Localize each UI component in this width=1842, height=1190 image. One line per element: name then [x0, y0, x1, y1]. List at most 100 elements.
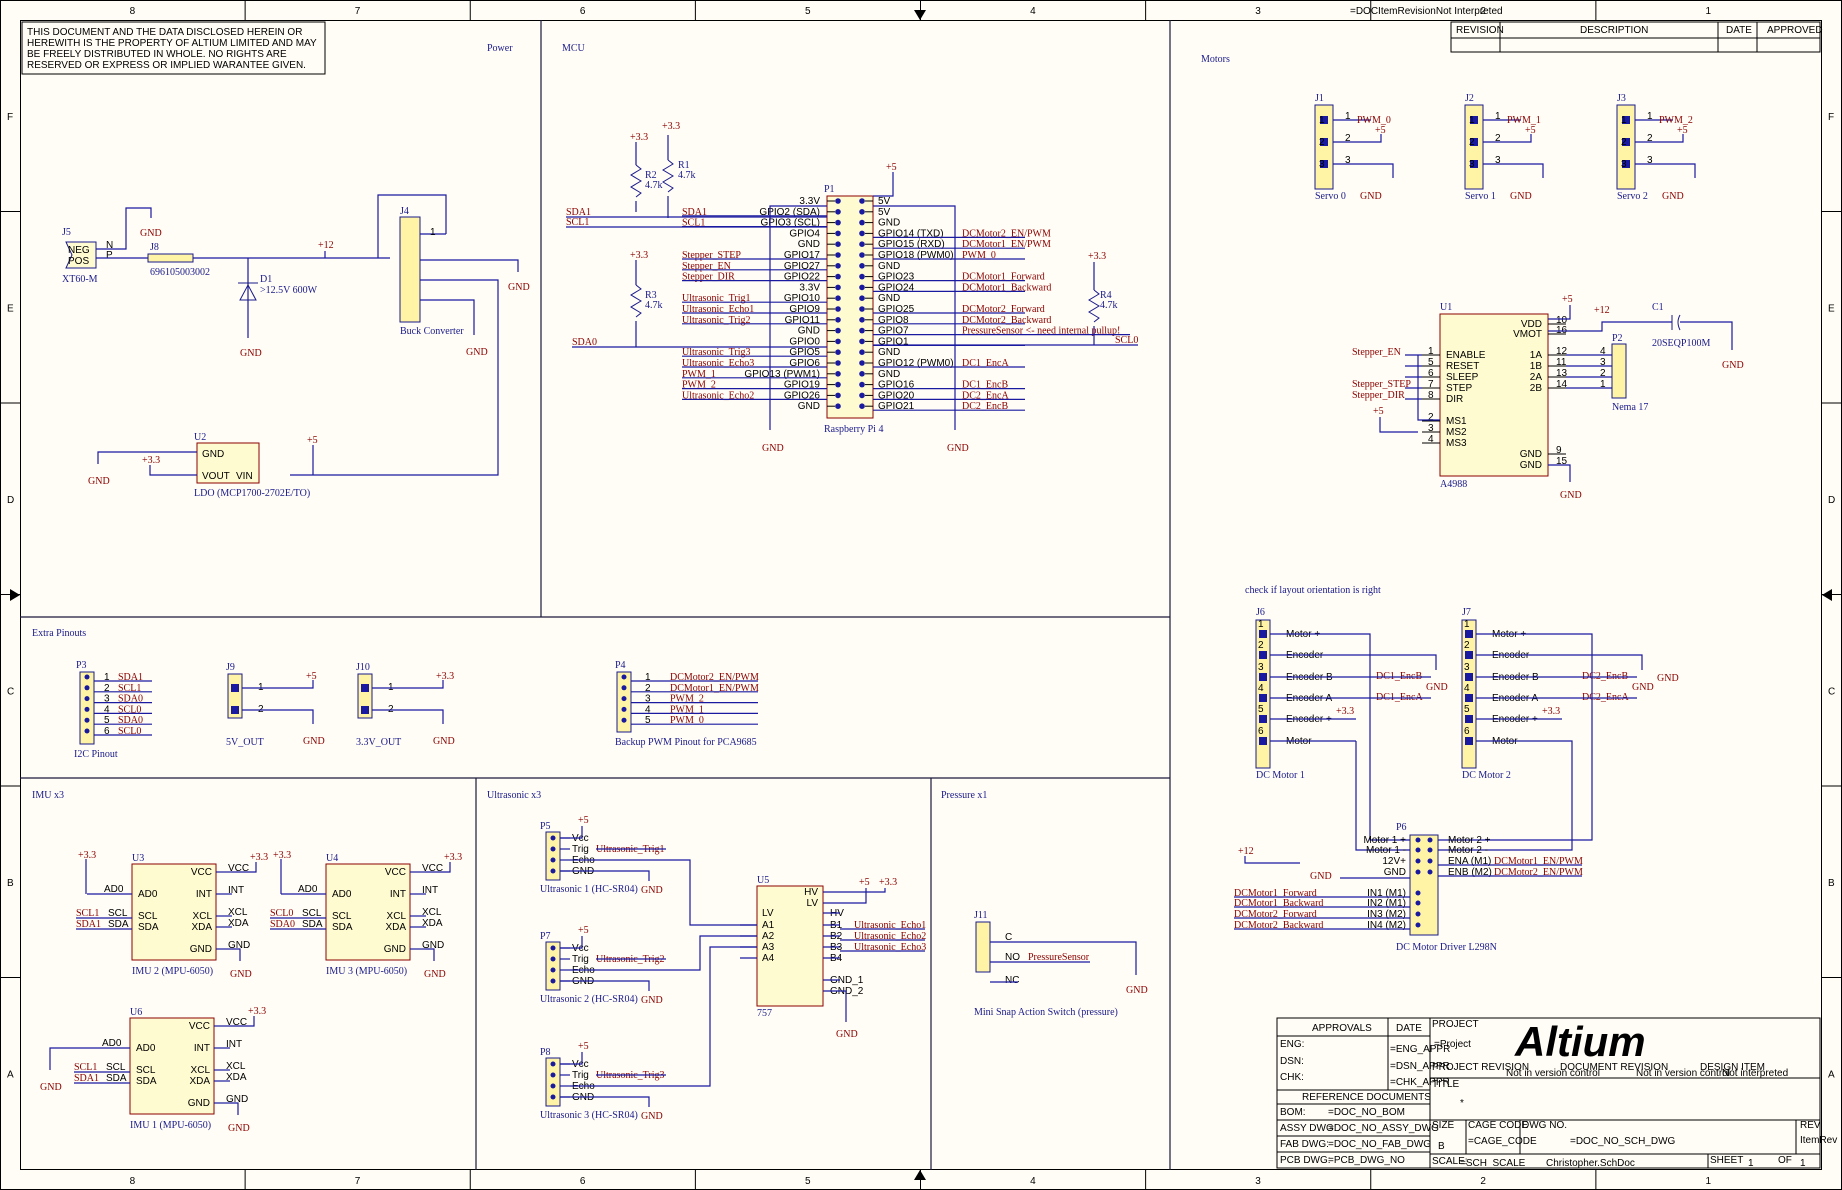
section-mcu: MCU [562, 43, 586, 54]
tb-size-value: B [1438, 1141, 1445, 1152]
servo-pin-number: 2 [1621, 137, 1627, 148]
p1-pin-dot [859, 230, 865, 237]
col-label-top: 1 [1705, 6, 1711, 17]
imu-left-pin: AD0 [136, 1043, 156, 1054]
j5-neg: NEG [68, 245, 90, 256]
imu-sda-net: SDA0 [270, 919, 295, 930]
j11-part: Mini Snap Action Switch (pressure) [974, 1007, 1118, 1018]
gnd-label: GND [1560, 490, 1582, 501]
row-label-right: F [1828, 112, 1834, 123]
pin-square [1465, 715, 1473, 723]
imu-right-pin: INT [194, 1043, 210, 1054]
tb-of-value: 1 [1800, 1158, 1806, 1169]
imu-scl-pin: SCL [302, 908, 322, 919]
row-label-right: B [1828, 878, 1835, 889]
plus33-label: +3.3 [1336, 706, 1354, 717]
col-label-top: 4 [1030, 6, 1036, 17]
p6-part: DC Motor Driver L298N [1396, 942, 1497, 953]
wire [840, 888, 886, 893]
wire [242, 709, 314, 724]
wire [1356, 633, 1410, 841]
stepper-dir-label: Stepper_DIR [1352, 390, 1405, 401]
sda0-label: SDA0 [572, 337, 597, 348]
wire [1356, 654, 1437, 670]
wire [570, 946, 757, 1087]
servo-pwm-net: PWM_0 [1357, 115, 1391, 126]
col-label-bottom: 6 [580, 1176, 586, 1187]
row-label-right: A [1828, 1069, 1835, 1080]
imu-left-pin: SDA [138, 922, 159, 933]
ultra-pin-dot [550, 1061, 556, 1067]
ultrasonic-pin: Trig [572, 1070, 589, 1081]
u1-left-pin: ENABLE [1446, 350, 1486, 361]
plus5-label: +5 [859, 877, 870, 888]
pin-square [1259, 673, 1267, 681]
pin-square [1465, 737, 1473, 745]
p6-pin-dot [1415, 858, 1421, 864]
p1-pin-dot [859, 219, 865, 226]
dc-pin-number: 3 [1464, 662, 1470, 673]
p1-pin-dot [859, 392, 865, 399]
dc-pin-number: 5 [1464, 704, 1470, 715]
p1-pin-dot [835, 349, 841, 356]
u1-designator: U1 [1440, 302, 1452, 313]
p6-left-pin: 12V+ [1382, 856, 1406, 867]
ultrasonic-part: Ultrasonic 2 (HC-SR04) [540, 994, 638, 1005]
imu-right-pin: XDA [189, 1076, 210, 1087]
j9-designator: J9 [226, 662, 235, 673]
plus5-label: +5 [307, 435, 318, 446]
p1-pin-dot [859, 252, 865, 258]
ultra-pin-dot [550, 868, 556, 874]
servo-designator: J1 [1315, 93, 1324, 104]
imu-left-pin: SCL [138, 911, 158, 922]
servo-pin-number: 3 [1319, 159, 1325, 170]
servo-pin-number: 3 [1469, 159, 1475, 170]
p3-pin-dot [84, 674, 90, 680]
r4-value: 4.7k [1100, 300, 1118, 311]
dc-pin-number: 5 [1258, 704, 1264, 715]
revision-table: REVISION DESCRIPTION DATE APPROVED =DOCI… [1350, 6, 1823, 53]
p1-pin-dot [859, 241, 865, 247]
pin-square [1465, 651, 1473, 659]
p1-left-pin: GND [798, 239, 820, 250]
p4-pin-dot [621, 717, 627, 723]
p6-left-pin: Motor 1 - [1366, 845, 1406, 856]
motors-section: J11 12 23 3PWM_0+5Servo 0 GNDJ21 12 23 3PWM_1+5… [1234, 93, 1744, 953]
ultra-pin-dot [550, 967, 556, 973]
u5-left-pin: A3 [762, 942, 775, 953]
p3-designator: P3 [76, 660, 87, 671]
servo-designator: J3 [1617, 93, 1626, 104]
servo-pwm-net: PWM_2 [1659, 115, 1693, 126]
p1-pin-dot [859, 306, 865, 312]
pin-square [1259, 651, 1267, 659]
j5-pos: POS [68, 256, 89, 267]
ultra-pin-dot [550, 1072, 556, 1078]
j10-part: 3.3V_OUT [356, 737, 401, 748]
p1-pin-dot [859, 263, 865, 269]
p1-pin-dot [859, 198, 865, 204]
dc-pin-number: 2 [1258, 640, 1264, 651]
p1-left-pin: 3.3V [799, 282, 820, 293]
p6-pin-dot [1415, 869, 1421, 875]
plus33-label: +3.3 [1542, 706, 1560, 717]
gnd-label: GND [424, 969, 446, 980]
plus33-label: +3.3 [248, 1006, 266, 1017]
servo-connectors: J11 12 23 3PWM_0+5Servo 0 GNDJ21 12 23 3PWM_1+5… [1314, 93, 1696, 202]
pin-square [361, 684, 369, 692]
imu-right-pin: INT [390, 889, 406, 900]
p1-pin-dot [835, 381, 841, 388]
servo-pin-number: 1 [1319, 115, 1325, 126]
p1-pin-dot [835, 306, 841, 312]
pressure-net: PressureSensor [1028, 952, 1090, 963]
imu-left-pin: SCL [332, 911, 352, 922]
p4-pin-dot [621, 696, 627, 702]
border-marks: 8877665544332211F FE ED DC CB BA A [0, 0, 1842, 1190]
dc-pin-number: 1 [1464, 619, 1470, 630]
tb-title-value: * [1460, 1098, 1464, 1109]
plus5-label: +5 [578, 815, 589, 826]
imu-designator: U4 [326, 853, 338, 864]
p1-right-pin: GND [878, 261, 900, 272]
u1-right-pin: GND [1520, 460, 1542, 471]
imu-ad0-label: AD0 [104, 884, 124, 895]
center-marker-top [914, 10, 926, 20]
